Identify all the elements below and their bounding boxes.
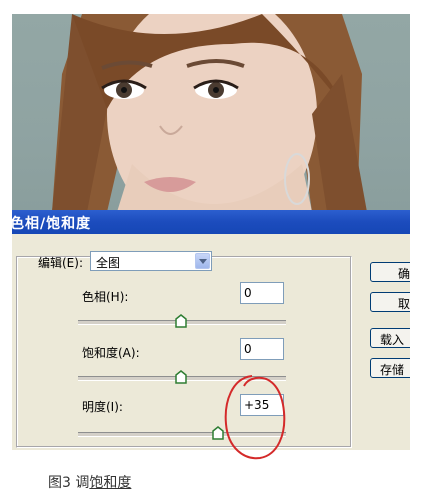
annotation-circle: [224, 375, 286, 460]
dialog-titlebar[interactable]: 色相/饱和度: [12, 210, 410, 234]
lightness-label: 明度(I):: [82, 400, 123, 414]
hue-slider-thumb[interactable]: [175, 314, 187, 328]
load-button[interactable]: 载入: [370, 328, 410, 348]
dialog-title: 色相/饱和度: [12, 216, 92, 232]
cancel-button[interactable]: 取: [370, 292, 410, 312]
caption-prefix: 图3 调: [48, 475, 90, 491]
saturation-slider-thumb[interactable]: [175, 370, 187, 384]
saturation-input[interactable]: 0: [240, 338, 284, 360]
figure-caption: 图3 调饱和度: [48, 472, 131, 492]
saturation-value: 0: [244, 342, 252, 356]
ok-button[interactable]: 确: [370, 262, 410, 282]
adjustment-group: [16, 256, 352, 448]
hue-label: 色相(H):: [82, 290, 129, 304]
cancel-button-label: 取: [398, 297, 410, 311]
ok-button-label: 确: [398, 267, 410, 281]
edit-select-value: 全图: [96, 256, 121, 270]
saturation-label: 饱和度(A):: [82, 346, 140, 360]
save-button-label: 存储: [380, 363, 405, 377]
edit-select[interactable]: 全图: [90, 251, 212, 271]
load-button-label: 载入: [380, 333, 405, 347]
caption-link[interactable]: 饱和度: [89, 475, 131, 491]
hue-value: 0: [244, 286, 252, 300]
portrait-image: [52, 14, 367, 212]
chevron-down-icon[interactable]: [195, 253, 210, 269]
hue-input[interactable]: 0: [240, 282, 284, 304]
save-button[interactable]: 存储: [370, 358, 410, 378]
hue-saturation-dialog: 色相/饱和度 编辑(E): 全图 色相(H): 0 饱和度(A): 0 明度(I…: [12, 210, 410, 450]
photo-preview: [12, 14, 410, 212]
edit-label: 编辑(E):: [38, 256, 83, 270]
